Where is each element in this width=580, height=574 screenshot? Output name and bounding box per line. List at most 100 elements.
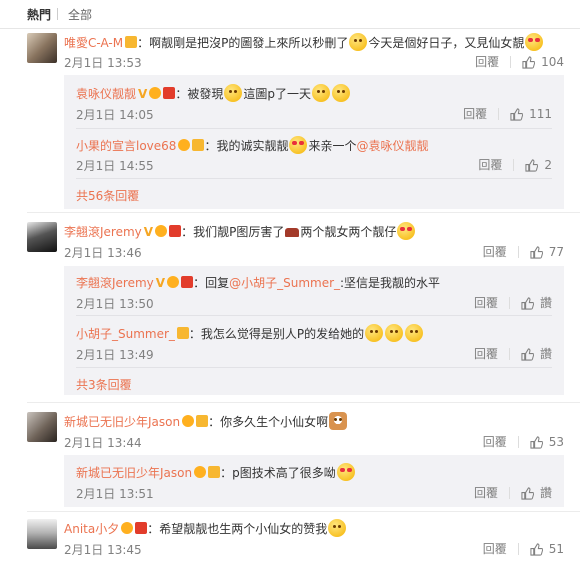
reply-button[interactable]: 回覆 [478,156,502,173]
comment-tabs: 熱門 全部 [0,0,580,29]
action-separator [517,542,519,555]
comment-text: 唯愛C-A-M ：啊靓剛是把沒P的圖發上來所以秒刪了 今天是個好日子，又見仙女靚 [64,33,544,51]
reply-text: 小胡子_Summer_ ：我怎么觉得是别人P的发给她的 [76,324,424,342]
action-separator [508,486,510,499]
username-link[interactable]: 唯愛C-A-M [64,36,123,50]
reply-list: 新城已无旧少年Jason ：p图技术高了很多呦 2月1日 13:51 回覆 讚 [64,455,564,507]
tab-divider [57,8,58,20]
like-count: 53 [548,434,564,449]
comment-body: ：你多久生个小仙女啊 [208,415,329,429]
username-link[interactable]: 小果的宣言love68 [76,139,176,153]
like-count: 51 [548,541,564,556]
reply-button[interactable]: 回覆 [463,105,487,122]
like-button[interactable]: 讚 [521,484,552,501]
action-separator [508,347,510,360]
username-link[interactable]: 新城已无旧少年Jason [76,466,192,480]
tab-hot[interactable]: 熱門 [27,6,51,23]
reply-text: 新城已无旧少年Jason ：p图技术高了很多呦 [76,463,356,481]
like-button[interactable]: 讚 [521,294,552,311]
like-count: 2 [544,157,552,172]
member-badge-icon [192,139,205,151]
username-link[interactable]: 小胡子_Summer_ [76,327,175,341]
comment-divider [27,402,580,403]
like-count: 77 [548,244,564,259]
like-label: 讚 [539,296,552,310]
like-button[interactable]: 51 [530,542,564,556]
thumbs-up-icon [525,159,538,172]
reply-divider [76,315,552,316]
comment-time: 2月1日 13:44 [64,436,142,450]
reply-time: 2月1日 13:51 [76,487,154,501]
avatar[interactable] [27,222,57,252]
like-button[interactable]: 77 [530,245,564,259]
vip-badge-icon [178,139,191,151]
reply-list: 李翹滾Jeremy V ：回复@小胡子_Summer_:坚信是我靓的水平 2月1日 … [64,266,564,395]
comment-divider [27,511,580,512]
smirk-emoji-icon [349,33,368,51]
action-separator [513,158,515,171]
username-link[interactable]: 新城已无旧少年Jason [64,415,180,429]
member-badge-icon [208,466,221,478]
mention-link[interactable]: @袁咏仪靓靓 [356,139,428,153]
laugh-cry-emoji-icon [331,84,350,102]
reply-button[interactable]: 回覆 [483,243,507,260]
like-button[interactable]: 104 [522,55,564,69]
smirk-emoji-icon [328,519,347,537]
member-badge-icon [181,276,194,288]
reply-actions: 回覆 讚 [474,484,552,501]
more-replies-link[interactable]: 共56条回覆 [76,187,139,204]
comment-text: 新城已无旧少年Jason ：你多久生个小仙女啊 [64,412,348,430]
member-badge-icon [163,87,176,99]
like-count: 111 [529,106,552,121]
vip-badge-icon [167,276,180,288]
verified-v-icon: V [138,87,148,101]
reply-button[interactable]: 回覆 [474,484,498,501]
reply-actions: 回覆 2 [478,156,552,173]
reply-button[interactable]: 回覆 [483,540,507,557]
reply-button[interactable]: 回覆 [475,53,499,70]
comment-text: Anita小夕 ：希望靓靓也生两个小仙女的赞我 [64,519,347,537]
reply-body: ：被發現 [175,87,224,101]
member-badge-icon [196,415,209,427]
tab-all[interactable]: 全部 [68,6,92,23]
more-replies-link[interactable]: 共3条回覆 [76,376,132,393]
like-button[interactable]: 2 [525,158,552,172]
like-button[interactable]: 111 [510,107,552,121]
comment-body-cont: 两个靓女两个靓仔 [300,225,397,239]
reply-actions: 回覆 讚 [474,345,552,362]
reply-list: 袁咏仪靓靓 V ：被發現 這圖p了一天 2月1日 14:05 回覆 111 小果的宣言l… [64,75,564,209]
username-link[interactable]: 袁咏仪靓靓 [76,87,136,101]
avatar[interactable] [27,519,57,549]
like-count: 104 [541,54,564,69]
reply-button[interactable]: 回覆 [483,433,507,450]
reply-actions: 回覆 111 [463,105,552,122]
action-separator [517,435,519,448]
reply-button[interactable]: 回覆 [474,345,498,362]
reply-body: ：p图技术高了很多呦 [220,466,336,480]
phone-emoji-icon [285,228,300,237]
comment-time: 2月1日 13:53 [64,56,142,70]
username-link[interactable]: Anita小夕 [64,522,119,536]
member-badge-icon [176,327,189,339]
reply-time: 2月1日 13:50 [76,297,154,311]
reply-body: ：回复 [193,276,230,290]
mention-link[interactable]: @小胡子_Summer_ [229,276,340,290]
vip-badge-icon [155,225,168,237]
laugh-cry-emoji-icon [311,84,330,102]
avatar[interactable] [27,33,57,63]
comment-time: 2月1日 13:46 [64,246,142,260]
member-badge-icon [135,522,148,534]
like-button[interactable]: 53 [530,435,564,449]
username-link[interactable]: 李翹滾Jeremy [76,276,154,290]
comment-text: 李翹滾Jeremy V ：我们靓P图厉害了 两个靓女两个靓仔 [64,222,416,240]
thumbs-up-icon [521,297,534,310]
reply-button[interactable]: 回覆 [474,294,498,311]
vip-badge-icon [194,466,207,478]
action-separator [498,107,500,120]
vip-badge-icon [149,87,162,99]
reply-divider [76,178,552,179]
avatar[interactable] [27,412,57,442]
username-link[interactable]: 李翹滾Jeremy [64,225,142,239]
reply-text: 袁咏仪靓靓 V ：被發現 這圖p了一天 [76,84,351,102]
like-button[interactable]: 讚 [521,345,552,362]
